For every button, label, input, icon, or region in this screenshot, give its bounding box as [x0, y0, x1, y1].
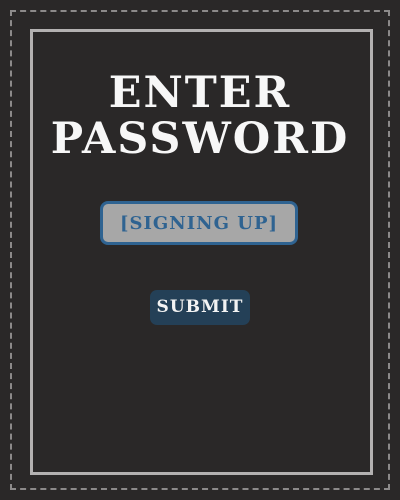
password-input[interactable]	[100, 201, 298, 245]
submit-button[interactable]: SUBMIT	[150, 290, 250, 325]
title-line-1: ENTER	[108, 68, 292, 118]
page-title: ENTER PASSWORD	[0, 70, 400, 162]
password-screen: ENTER PASSWORD SUBMIT	[0, 0, 400, 500]
title-line-2: PASSWORD	[50, 114, 350, 164]
